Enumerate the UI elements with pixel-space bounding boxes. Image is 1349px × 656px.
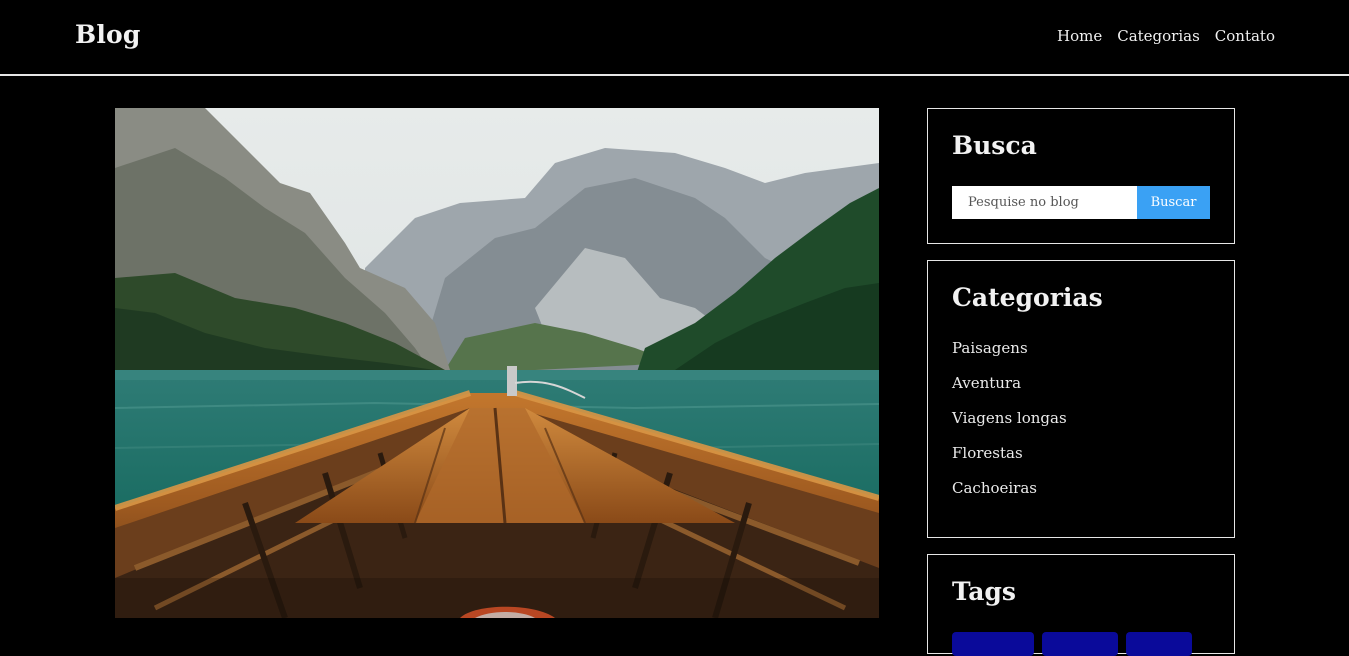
search-widget: Busca Buscar — [927, 108, 1235, 244]
category-item[interactable]: Paisagens — [952, 339, 1067, 374]
category-item[interactable]: Viagens longas — [952, 409, 1067, 444]
tags-title: Tags — [952, 577, 1016, 606]
search-form: Buscar — [952, 186, 1210, 219]
nav-contato[interactable]: Contato — [1215, 27, 1275, 45]
category-item[interactable]: Florestas — [952, 444, 1067, 479]
lake-boat-illustration — [115, 108, 879, 618]
nav-categorias[interactable]: Categorias — [1117, 27, 1200, 45]
tags-widget: Tags — [927, 554, 1235, 656]
search-title: Busca — [952, 131, 1037, 160]
tag-list — [952, 632, 1192, 656]
tag-chip[interactable] — [1042, 632, 1118, 656]
search-input[interactable] — [952, 186, 1137, 219]
featured-post-image[interactable] — [115, 108, 879, 618]
blog-logo[interactable]: Blog — [75, 20, 141, 49]
category-list: Paisagens Aventura Viagens longas Flores… — [952, 339, 1067, 514]
categories-title: Categorias — [952, 283, 1103, 312]
category-item[interactable]: Aventura — [952, 374, 1067, 409]
nav-home[interactable]: Home — [1057, 27, 1102, 45]
top-navbar: Blog Home Categorias Contato — [0, 0, 1349, 76]
main-nav: Home Categorias Contato — [1057, 27, 1275, 45]
search-button[interactable]: Buscar — [1137, 186, 1210, 219]
tag-chip[interactable] — [1126, 632, 1192, 656]
tag-chip[interactable] — [952, 632, 1034, 656]
categories-widget: Categorias Paisagens Aventura Viagens lo… — [927, 260, 1235, 538]
category-item[interactable]: Cachoeiras — [952, 479, 1067, 514]
